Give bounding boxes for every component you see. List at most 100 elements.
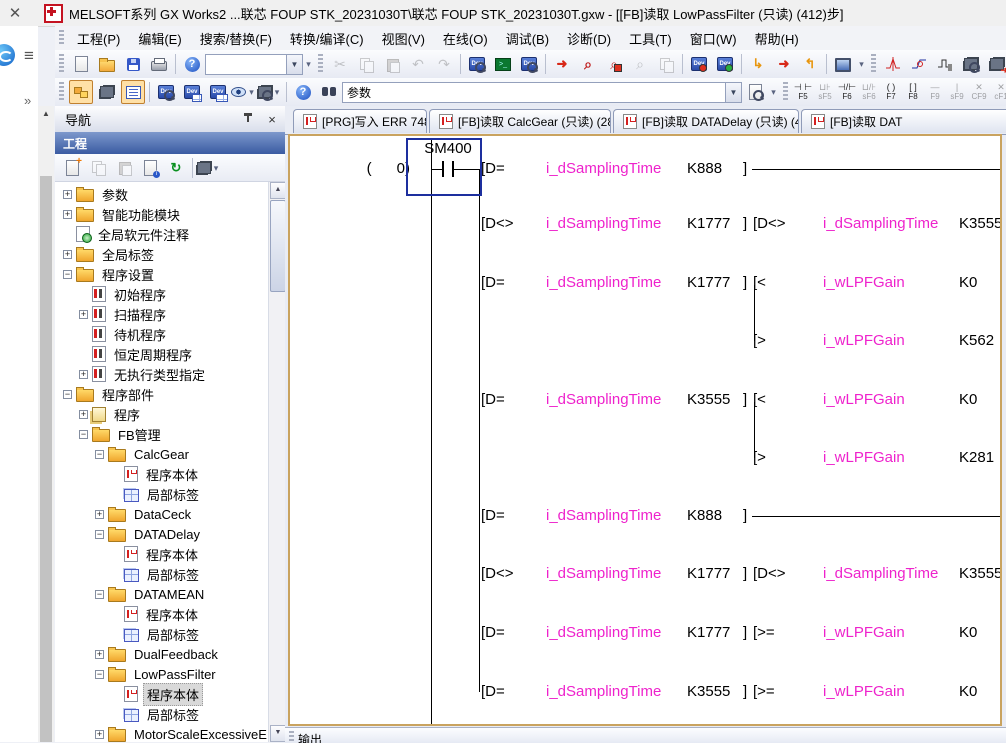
toolbar-grip[interactable] — [59, 82, 64, 102]
tree-item-待机程序[interactable]: 待机程序 — [79, 324, 169, 344]
tree-expander-icon[interactable]: + — [63, 190, 72, 199]
ladder-operand-label[interactable]: i_dSamplingTime — [546, 624, 661, 642]
navigation-close-icon[interactable]: × — [263, 112, 281, 127]
module-search-dropdown-dropdown-icon[interactable]: ▾ — [272, 81, 283, 103]
ladder-operand-label[interactable]: i_wLPFGain — [823, 274, 905, 292]
monitor-find-2-button[interactable]: ⌕ — [628, 52, 652, 76]
outer-vertical-scrollbar[interactable]: ▲ — [38, 106, 54, 742]
outer-scroll-thumb[interactable] — [40, 176, 52, 742]
menu-item-10[interactable]: 帮助(H) — [746, 27, 808, 50]
toolbar-grip[interactable] — [871, 54, 876, 74]
ladder-constant[interactable]: K1777 — [687, 624, 730, 642]
open-project-button[interactable] — [95, 52, 119, 76]
tree-expander-icon[interactable]: − — [63, 270, 72, 279]
pulse-monitor-button[interactable] — [933, 52, 957, 76]
tree-item-FB管理[interactable]: −FB管理 — [79, 424, 164, 444]
device-find-button[interactable]: Dev — [465, 52, 489, 76]
toolbar-grip[interactable] — [318, 54, 323, 74]
screen-monitor-button[interactable] — [831, 52, 855, 76]
tree-item-初始程序[interactable]: 初始程序 — [79, 284, 169, 304]
cross-reference-button[interactable] — [317, 80, 341, 104]
tree-item-扫描程序[interactable]: +扫描程序 — [79, 304, 169, 324]
tree-item-智能功能模块[interactable]: +智能功能模块 — [63, 204, 183, 224]
external-close-icon[interactable]: ✕ — [0, 4, 30, 22]
tree-item-程序[interactable]: +程序 — [79, 404, 143, 424]
ladder-symbol-sF6-button[interactable]: ⊔/⊦sF6 — [859, 80, 879, 104]
menu-item-5[interactable]: 在线(O) — [434, 27, 497, 50]
tree-expander-icon[interactable]: − — [63, 390, 72, 399]
nav-paste-button[interactable] — [112, 156, 136, 180]
menu-grip[interactable] — [59, 30, 64, 47]
tree-expander-icon[interactable]: + — [95, 510, 104, 519]
tree-item-程序本体[interactable]: 程序本体 — [111, 464, 201, 484]
tree-expander-icon[interactable]: + — [95, 650, 104, 659]
ladder-selection-cursor[interactable] — [406, 138, 482, 196]
sampling-point-button[interactable] — [907, 52, 931, 76]
ladder-operand-label[interactable]: i_dSamplingTime — [823, 565, 938, 583]
print-button[interactable] — [147, 52, 171, 76]
document-tab-3[interactable]: [FB]读取 DAT — [801, 109, 1006, 133]
device-batch-monitor-button[interactable]: Dev — [517, 52, 541, 76]
ladder-symbol-cF1-button[interactable]: ✕cF1 — [991, 80, 1006, 104]
device-comment-button[interactable]: Dev — [154, 80, 178, 104]
ladder-bracket-close[interactable]: ] — [743, 683, 747, 701]
hamburger-menu-icon[interactable]: ≡ — [24, 48, 40, 64]
tree-item-程序设置[interactable]: −程序设置 — [63, 264, 157, 284]
outer-scroll-up-icon[interactable]: ▲ — [38, 106, 54, 122]
cut-button[interactable]: ✂ — [328, 52, 352, 76]
tree-item-局部标签[interactable]: 局部标签 — [111, 624, 202, 644]
document-tab-1[interactable]: [FB]读取 CalcGear (只读) (285)步 — [429, 109, 611, 133]
device-terminal-button[interactable]: >_ — [491, 52, 515, 76]
read-from-plc-button[interactable]: ⌕ — [576, 52, 600, 76]
undo-button[interactable]: ↶ — [406, 52, 430, 76]
nav-copy-button[interactable] — [86, 156, 110, 180]
tree-item-局部标签[interactable]: 局部标签 — [111, 484, 202, 504]
menu-item-6[interactable]: 调试(B) — [497, 27, 558, 50]
output-grip[interactable] — [289, 731, 294, 741]
tree-scroll-up-icon[interactable]: ▲ — [270, 182, 286, 199]
monitor-stop-button[interactable]: Dev — [713, 52, 737, 76]
save-project-button[interactable] — [121, 52, 145, 76]
ladder-symbol-F8-button[interactable]: [ ]F8 — [903, 80, 923, 104]
ladder-bracket-close[interactable]: ] — [743, 565, 747, 583]
ladder-constant[interactable]: K1777 — [687, 215, 730, 233]
tree-expander-icon[interactable]: − — [95, 670, 104, 679]
ladder-constant[interactable]: K888 — [687, 160, 722, 178]
tree-item-恒定周期程序[interactable]: 恒定周期程序 — [79, 344, 195, 364]
ladder-constant[interactable]: K888 — [687, 507, 722, 525]
jump-next-button[interactable]: ↰ — [798, 52, 822, 76]
find-target-combo[interactable]: 参数▼ — [342, 82, 742, 103]
tree-item-局部标签[interactable]: 局部标签 — [111, 564, 202, 584]
nav-sort-dropdown-dropdown-icon[interactable]: ▾ — [211, 157, 222, 179]
ladder-instruction[interactable]: [D= — [481, 683, 505, 701]
ladder-constant[interactable]: K281 — [959, 449, 994, 467]
tree-expander-icon[interactable]: + — [79, 310, 88, 319]
module-find-button[interactable] — [959, 52, 983, 76]
ladder-instruction[interactable]: [>= — [753, 624, 775, 642]
tree-expander-icon[interactable]: + — [63, 210, 72, 219]
tree-item-程序本体[interactable]: 程序本体 — [111, 544, 201, 564]
tree-scroll-down-icon[interactable]: ▼ — [270, 725, 286, 742]
ladder-constant[interactable]: K3555 — [687, 683, 730, 701]
ladder-editor[interactable]: ( 0)SM400[D=i_dSamplingTimeK888][D<>i_dS… — [288, 134, 1002, 726]
tree-expander-icon[interactable]: + — [63, 250, 72, 259]
ladder-operand-label[interactable]: i_wLPFGain — [823, 391, 905, 409]
ladder-symbol-F5-button[interactable]: ⊣ ⊢F5 — [793, 80, 813, 104]
toolbar-grip[interactable] — [59, 54, 64, 74]
ladder-instruction[interactable]: [D= — [481, 391, 505, 409]
find-target-combo-arrow-icon[interactable]: ▼ — [725, 83, 741, 102]
ladder-operand-label[interactable]: i_wLPFGain — [823, 624, 905, 642]
tree-expander-icon[interactable]: − — [95, 450, 104, 459]
ladder-symbol-CF9-button[interactable]: ✕CF9 — [969, 80, 989, 104]
tree-item-DATAMEAN[interactable]: −DATAMEAN — [95, 584, 207, 604]
tree-item-程序本体[interactable]: 程序本体 — [111, 604, 201, 624]
list-view-button[interactable] — [121, 80, 145, 104]
tree-item-参数[interactable]: +参数 — [63, 184, 131, 204]
ladder-operand-label[interactable]: i_dSamplingTime — [546, 215, 661, 233]
menu-item-4[interactable]: 视图(V) — [373, 27, 434, 50]
sampling-trace-button[interactable] — [881, 52, 905, 76]
jump-previous-button[interactable]: ↳ — [746, 52, 770, 76]
tree-expander-icon[interactable]: − — [79, 430, 88, 439]
ladder-constant[interactable]: K3555 — [687, 391, 730, 409]
ladder-bracket-close[interactable]: ] — [743, 624, 747, 642]
